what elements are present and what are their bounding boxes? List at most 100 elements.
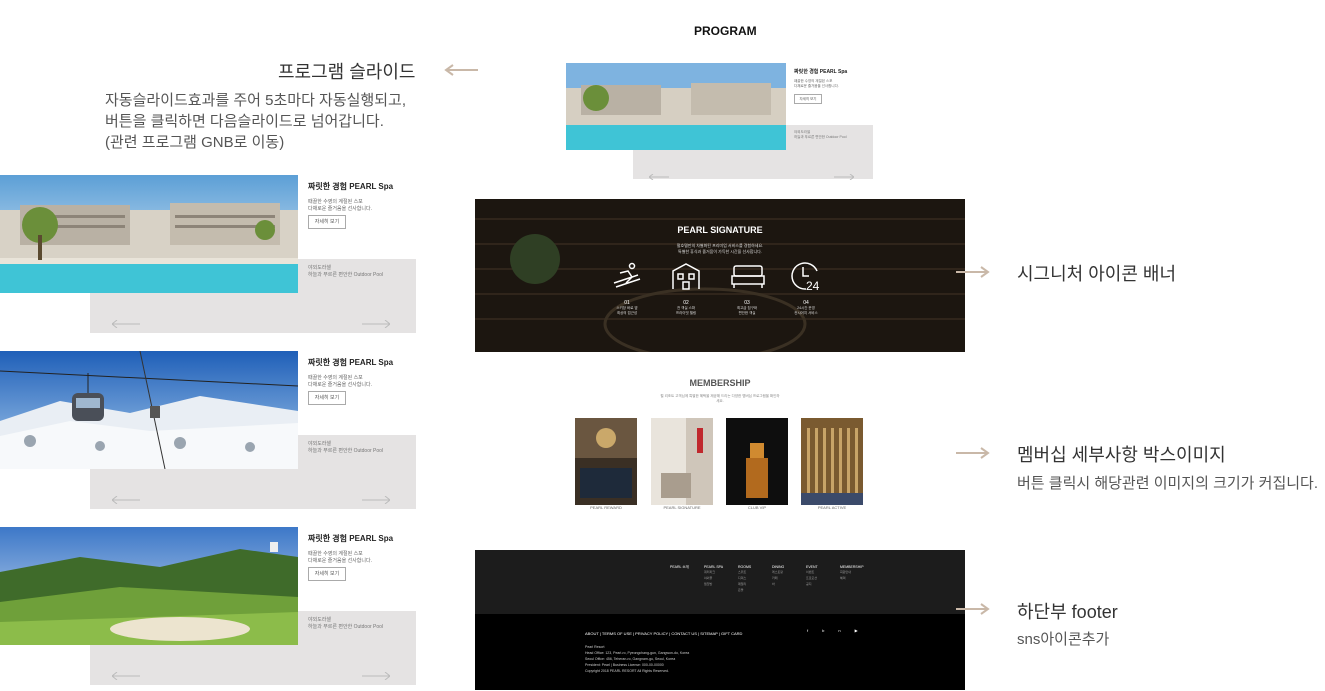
footer-col: MEMBERSHIP 회원안내 혜택 [840,565,864,593]
program-slide-ski: 짜릿한 경험 PEARL Spa 때끌한 수영의 계절된 스포 다채로운 즐거움을… [0,351,416,509]
mini-title: 짜릿한 경험 PEARL Spa [794,69,848,75]
slide-desc-line3: (관련 프로그램 GNB로 이동) [105,134,285,151]
slide-note-line: 야외도라셀 [308,617,332,623]
footer-desc-body: sns아이콘추가 [1017,631,1110,648]
slide-note: 야외도라셀 하늘과 푸르른 편안한 Outdoor Pool [308,617,413,631]
signature-item: 02 전 객실 스파 프라이빗 힐링 [671,300,701,316]
blog-icon[interactable]: b [822,628,824,633]
clock-24-icon: 24 [789,259,823,298]
next-arrow-button[interactable] [362,491,391,509]
footer-col: PEARL 소개 [670,565,694,593]
signature-title: PEARL SIGNATURE [677,225,763,235]
arrow-right-icon [956,447,990,459]
membership-card-clubvip[interactable] [726,418,788,505]
signature-item-line: 컨시어지 서비스 [794,311,818,315]
membership-section: MEMBERSHIP 펄 리조트 고객님께 특별한 혜택을 제공해 드리는 다양… [575,374,865,519]
membership-card-active[interactable] [801,418,863,505]
skier-icon [612,261,642,296]
membership-card-caption: CLUB VIP [747,505,767,510]
more-button[interactable]: 자세히 보기 [308,567,346,581]
golf-image [0,527,298,645]
mini-note-line: 하늘과 푸르른 편안한 Outdoor Pool [794,135,847,139]
footer-col: ROOMS 스위트 디럭스 패밀리 온돌 [738,565,762,593]
membership-desc-body: 버튼 클릭시 해당관련 이미지의 크기가 커집니다. [1017,475,1319,492]
footer-nav: PEARL 소개 PEARL SPA 워터파크 야외풀 찜질방 ROOMS 스위… [670,565,864,593]
mini-sub-line: 다채로운 즐거움을 선사합니다. [794,84,839,88]
footer-col: EVENT 이벤트 프로모션 공지 [806,565,830,593]
slide-desc-body: 자동슬라이드효과를 주어 5초마다 자동실행되고, 버튼을 클릭하면 다음슬라이… [105,90,406,153]
slide-sub-line: 때끌한 수영의 계절된 스포 [308,375,363,381]
slide-sub-line: 때끌한 수영의 계절된 스포 [308,199,363,205]
svg-text:24: 24 [806,279,820,293]
slide-note-line: 하늘과 푸르른 편안한 Outdoor Pool [308,624,384,630]
slide-desc-line1: 자동슬라이드효과를 주어 5초마다 자동실행되고, [105,92,407,109]
prev-arrow-button[interactable] [111,667,140,685]
footer-desc-title: 하단부 footer [1017,602,1118,622]
membership-desc-title: 멤버십 세부사항 박스이미지 [1017,445,1226,465]
footer-links[interactable]: ABOUT | TERMS OF USE | PRIVACY POLICY | … [585,631,742,636]
footer-link[interactable]: 바 [772,581,796,587]
footer-link[interactable]: 혜택 [840,575,864,581]
mini-note: 야외도라셀 하늘과 푸르른 편안한 Outdoor Pool [794,130,847,140]
slide-note-line: 야외도라셀 [308,441,332,447]
program-mini-preview: 짜릿한 경험 PEARL Spa 때끌한 수영의 계절된 스포 다채로운 즐거움을… [566,63,873,181]
footer-col: PEARL SPA 워터파크 야외풀 찜질방 [704,565,728,593]
mini-next-arrow[interactable] [834,167,855,185]
slide-sub-line: 때끌한 수영의 계절된 스포 [308,551,363,557]
slide-note-line: 하늘과 푸르른 편안한 Outdoor Pool [308,448,384,454]
slide-title: 짜릿한 경험 PEARL Spa [308,182,394,191]
slide-note-line: 하늘과 푸르른 편안한 Outdoor Pool [308,272,384,278]
membership-card-signature[interactable] [651,418,713,505]
slide-subtitle: 때끌한 수영의 계절된 스포 다채로운 즐거움을 선사합니다. [308,375,408,389]
signature-background [475,199,965,352]
footer-link[interactable]: 공지 [806,581,830,587]
slide-title: 짜릿한 경험 PEARL Spa [308,534,394,543]
footer-link[interactable]: 찜질방 [704,581,728,587]
slide-desc-title: 프로그램 슬라이드 [278,62,416,82]
naver-icon[interactable]: n [838,628,840,633]
program-slide-golf: 짜릿한 경험 PEARL Spa 때끌한 수영의 계절된 스포 다채로운 즐거움을… [0,527,416,685]
footer-address-line: Copyright 2018 PEARL RESORT All Rights R… [585,669,669,673]
footer-link[interactable]: 온돌 [738,587,762,593]
signature-item-line: 편안한 객실 [738,311,756,315]
mini-prev-arrow[interactable] [648,167,669,185]
gondola-image [0,351,298,469]
mini-subtitle: 때끌한 수영의 계절된 스포 다채로운 즐거움을 선사합니다. [794,79,839,89]
program-slide-pool: 짜릿한 경험 PEARL Spa 때끌한 수영의 계절된 스포 다채로운 즐거움을… [0,175,416,333]
slide-desc-line2: 버튼을 클릭하면 다음슬라이드로 넘어갑니다. [105,113,384,130]
slide-title: 짜릿한 경험 PEARL Spa [308,358,394,367]
more-button[interactable]: 자세히 보기 [308,391,346,405]
next-arrow-button[interactable] [362,667,391,685]
arrow-left-icon [444,64,478,76]
hotel-building-icon [670,261,702,296]
slide-note-line: 야외도라셀 [308,265,332,271]
sns-icons: f b n ▶ [807,628,858,633]
slide-subtitle: 때끌한 수영의 계절된 스포 다채로운 즐거움을 선사합니다. [308,551,408,565]
membership-heading: MEMBERSHIP [689,378,751,388]
membership-card-caption: PEARL ACTIVE [817,505,847,510]
arrow-right-icon [956,603,990,615]
footer-preview: PEARL 소개 PEARL SPA 워터파크 야외풀 찜질방 ROOMS 스위… [475,550,965,690]
membership-card-reward[interactable] [575,418,637,505]
more-button[interactable]: 자세히 보기 [308,215,346,229]
signature-item: 01 스키장 바로 옆 최상의 접근성 [612,300,642,316]
slide-sub-line: 다채로운 즐거움을 선사합니다. [308,382,372,388]
prev-arrow-button[interactable] [111,491,140,509]
slide-note: 야외도라셀 하늘과 푸르른 편안한 Outdoor Pool [308,265,413,279]
footer-col-heading[interactable]: PEARL 소개 [670,565,694,570]
slide-sub-line: 다채로운 즐거움을 선사합니다. [308,206,372,212]
youtube-icon[interactable]: ▶ [855,628,858,633]
next-arrow-button[interactable] [362,315,391,333]
facebook-icon[interactable]: f [807,628,808,633]
mini-more-button[interactable]: 자세히 보기 [794,94,822,104]
mini-pool-image [566,63,786,150]
signature-text: 펄호텔만의 차별화된 프리미엄 서비스를 경험하세요. 특별한 휴식과 즐거움이… [475,243,965,255]
membership-card-caption: PEARL SIGNATURE [663,505,701,510]
footer-address: Pearl Resort Head Office: 123, Pearl-ro,… [585,644,689,674]
slide-sub-line: 다채로운 즐거움을 선사합니다. [308,558,372,564]
signature-item: 04 24시간 운영 컨시어지 서비스 [791,300,821,316]
slide-subtitle: 때끌한 수영의 계절된 스포 다채로운 즐거움을 선사합니다. [308,199,408,213]
signature-item-line: 프라이빗 힐링 [675,311,697,315]
program-heading: PROGRAM [694,24,757,38]
prev-arrow-button[interactable] [111,315,140,333]
